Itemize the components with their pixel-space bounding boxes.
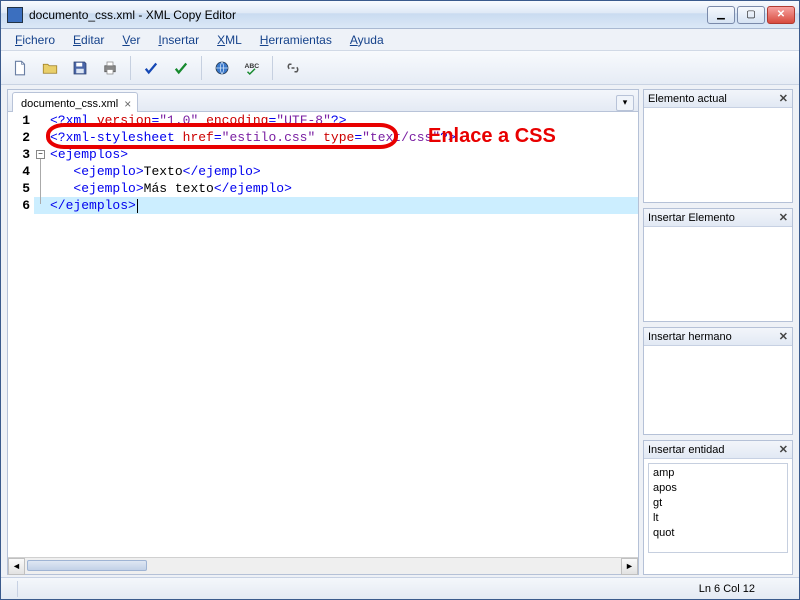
panel-title: Insertar Elemento (648, 212, 735, 224)
menu-herramientas[interactable]: Herramientas (252, 31, 340, 49)
panel-insert-entity: Insertar entidad ✕ amp apos gt lt quot (643, 440, 793, 575)
line-number: 3 (8, 146, 34, 163)
line-number: 2 (8, 129, 34, 146)
horizontal-scrollbar[interactable]: ◄ ► (8, 557, 638, 574)
menu-ver[interactable]: Ver (114, 31, 148, 49)
panel-title: Insertar hermano (648, 331, 732, 343)
toolbar-separator (272, 56, 273, 80)
save-button[interactable] (67, 55, 93, 81)
document-tabbar: documento_css.xml × ▾ (8, 90, 638, 112)
panel-close-icon[interactable]: ✕ (779, 443, 788, 456)
panel-current-element: Elemento actual ✕ (643, 89, 793, 203)
panel-body (644, 108, 792, 202)
panel-body (644, 346, 792, 434)
tab-close-icon[interactable]: × (124, 97, 131, 111)
open-file-button[interactable] (37, 55, 63, 81)
check-blue-button[interactable] (138, 55, 164, 81)
fold-gutter: − (34, 112, 48, 159)
panel-title: Elemento actual (648, 93, 727, 105)
code-editor[interactable]: 1 2 3 4 5 6 − <?xml version="1.0" encodi… (8, 112, 638, 557)
menu-xml[interactable]: XML (209, 31, 250, 49)
status-separator (17, 581, 18, 597)
check-green-button[interactable] (168, 55, 194, 81)
print-button[interactable] (97, 55, 123, 81)
menubar: Fichero Editar Ver Insertar XML Herramie… (1, 29, 799, 51)
toolbar-separator (201, 56, 202, 80)
content-area: documento_css.xml × ▾ 1 2 3 4 5 6 − (1, 85, 799, 577)
tab-label: documento_css.xml (21, 98, 118, 110)
svg-text:ABC: ABC (245, 63, 260, 70)
statusbar: Ln 6 Col 12 (1, 577, 799, 599)
menu-insertar-label: nsertar (162, 33, 199, 47)
scroll-track[interactable] (25, 558, 621, 574)
tab-menu-button[interactable]: ▾ (616, 95, 634, 111)
menu-herramientas-label: erramientas (268, 33, 331, 47)
list-item[interactable]: quot (653, 526, 783, 541)
app-icon (7, 7, 23, 23)
panel-body: amp apos gt lt quot (644, 459, 792, 574)
scroll-thumb[interactable] (27, 560, 147, 571)
fold-line (40, 159, 41, 204)
list-item[interactable]: apos (653, 481, 783, 496)
minimize-button[interactable]: ▁ (707, 6, 735, 24)
titlebar: documento_css.xml - XML Copy Editor ▁ ▢ … (1, 1, 799, 29)
menu-xml-label: ML (225, 33, 242, 47)
panel-insert-element: Insertar Elemento ✕ (643, 208, 793, 322)
window-title: documento_css.xml - XML Copy Editor (29, 8, 707, 22)
code-line[interactable]: <ejemplo>Texto</ejemplo> (50, 163, 638, 180)
scroll-right-button[interactable]: ► (621, 558, 638, 575)
menu-ver-label: er (130, 33, 141, 47)
panel-close-icon[interactable]: ✕ (779, 330, 788, 343)
list-item[interactable]: amp (653, 466, 783, 481)
menu-ayuda-label: yuda (358, 33, 384, 47)
editor-pane: documento_css.xml × ▾ 1 2 3 4 5 6 − (7, 89, 639, 575)
menu-ayuda[interactable]: Ayuda (342, 31, 392, 49)
browser-button[interactable] (209, 55, 235, 81)
line-number: 4 (8, 163, 34, 180)
menu-editar-label: ditar (81, 33, 104, 47)
close-button[interactable]: ✕ (767, 6, 795, 24)
panel-close-icon[interactable]: ✕ (779, 92, 788, 105)
menu-fichero[interactable]: Fichero (7, 31, 63, 49)
list-item[interactable]: lt (653, 511, 783, 526)
toolbar: ABC (1, 51, 799, 85)
panel-title: Insertar entidad (648, 444, 724, 456)
entity-list[interactable]: amp apos gt lt quot (648, 463, 788, 553)
panel-body (644, 227, 792, 321)
spellcheck-button[interactable]: ABC (239, 55, 265, 81)
app-window: documento_css.xml - XML Copy Editor ▁ ▢ … (0, 0, 800, 600)
list-item[interactable]: gt (653, 496, 783, 511)
line-number: 1 (8, 112, 34, 129)
maximize-button[interactable]: ▢ (737, 6, 765, 24)
menu-insertar[interactable]: Insertar (150, 31, 207, 49)
link-button[interactable] (280, 55, 306, 81)
line-number-gutter: 1 2 3 4 5 6 (8, 112, 34, 214)
code-line[interactable]: <ejemplo>Más texto</ejemplo> (50, 180, 638, 197)
code-line[interactable]: <ejemplos> (50, 146, 638, 163)
menu-editar[interactable]: Editar (65, 31, 112, 49)
document-tab[interactable]: documento_css.xml × (12, 92, 138, 112)
side-panels: Elemento actual ✕ Insertar Elemento ✕ Inse… (643, 89, 793, 575)
line-number: 5 (8, 180, 34, 197)
menu-fichero-label: ichero (22, 33, 55, 47)
code-line[interactable]: </ejemplos> (50, 197, 638, 214)
text-cursor (137, 199, 138, 213)
fold-toggle-icon[interactable]: − (36, 150, 45, 159)
line-number: 6 (8, 197, 34, 214)
panel-close-icon[interactable]: ✕ (779, 211, 788, 224)
cursor-position: Ln 6 Col 12 (699, 583, 791, 595)
scroll-left-button[interactable]: ◄ (8, 558, 25, 575)
annotation-label: Enlace a CSS (428, 125, 556, 148)
panel-insert-sibling: Insertar hermano ✕ (643, 327, 793, 435)
new-file-button[interactable] (7, 55, 33, 81)
toolbar-separator (130, 56, 131, 80)
